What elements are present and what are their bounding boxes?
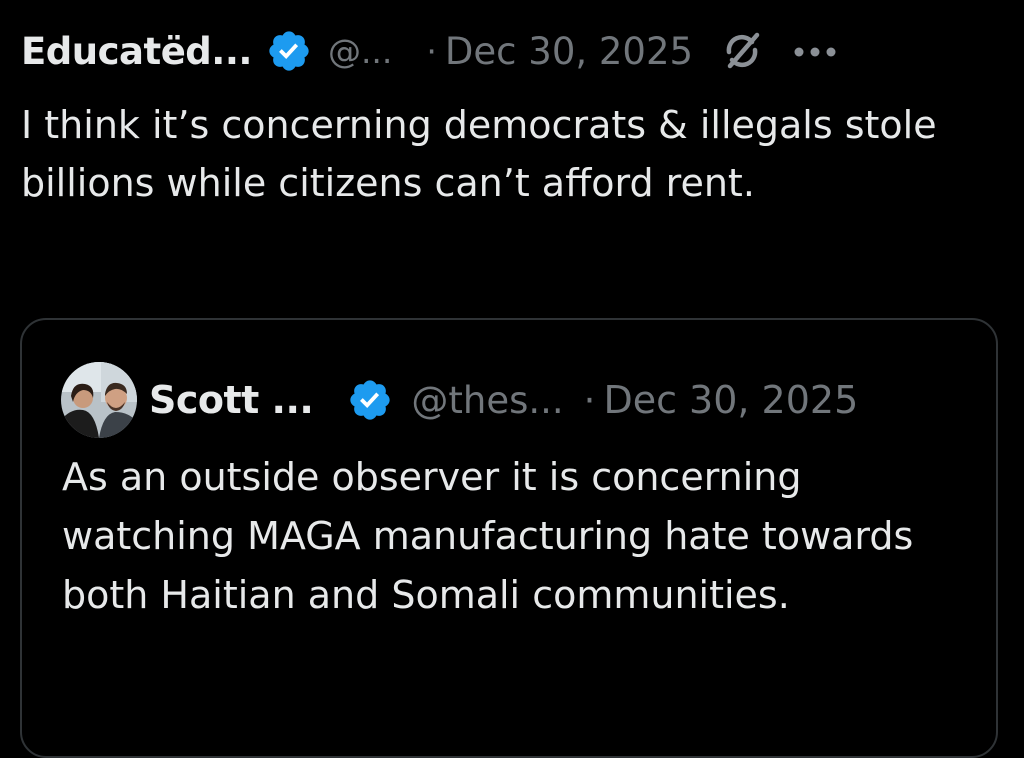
quoted-tweet-text: As an outside observer it is concerning … <box>62 455 914 617</box>
tweet[interactable]: Educatëd... @... · Dec 30, 2025 I think … <box>0 0 1024 758</box>
author-handle[interactable]: @... <box>328 32 392 71</box>
quoted-tweet-header: Scott ... @thes... · Dec 30, 2025 <box>61 360 858 440</box>
tweet-text: I think it’s concerning democrats & ille… <box>21 103 937 205</box>
more-options-icon[interactable] <box>793 44 837 58</box>
author-name[interactable]: Educatëd... <box>21 30 252 73</box>
verified-badge-icon[interactable] <box>266 28 312 74</box>
quoted-verified-badge-icon[interactable] <box>347 377 393 423</box>
quoted-separator-dot: · <box>583 378 596 422</box>
quoted-author-name[interactable]: Scott ... <box>149 378 314 422</box>
avatar[interactable] <box>61 362 137 438</box>
tweet-date[interactable]: Dec 30, 2025 <box>445 30 693 73</box>
grok-icon[interactable] <box>721 30 763 72</box>
separator-dot: · <box>426 31 437 71</box>
tweet-header: Educatëd... @... · Dec 30, 2025 <box>21 22 837 80</box>
quoted-tweet-date[interactable]: Dec 30, 2025 <box>603 378 858 422</box>
quoted-author-handle[interactable]: @thes... <box>411 379 563 422</box>
quoted-tweet-card[interactable]: Scott ... @thes... · Dec 30, 2025 As an … <box>20 318 998 758</box>
